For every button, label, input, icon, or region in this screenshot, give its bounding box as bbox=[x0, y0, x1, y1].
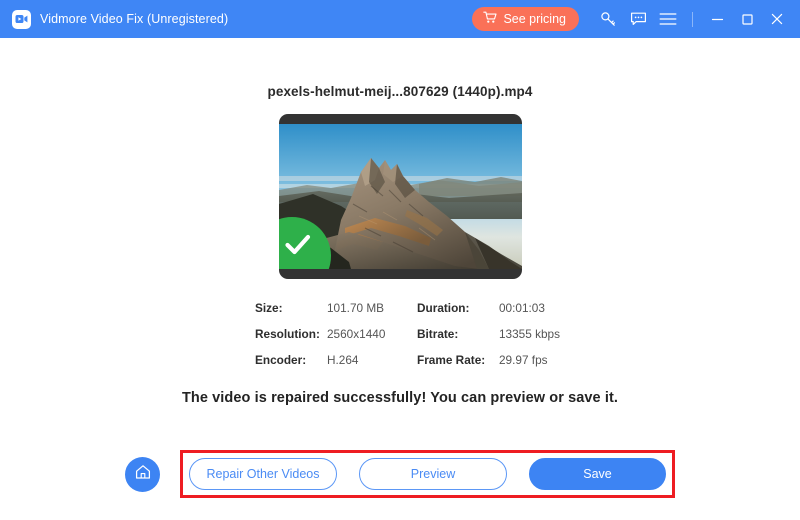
titlebar-controls: See pricing bbox=[472, 4, 792, 34]
metadata-label-framerate: Frame Rate: bbox=[417, 353, 499, 367]
metadata-value-resolution: 2560x1440 bbox=[327, 327, 417, 341]
highlight-annotation: Repair Other Videos Preview Save bbox=[180, 450, 675, 498]
metadata-value-bitrate: 13355 kbps bbox=[499, 327, 560, 341]
maximize-icon[interactable] bbox=[732, 4, 762, 34]
metadata-value-duration: 00:01:03 bbox=[499, 301, 560, 315]
metadata-value-size: 101.70 MB bbox=[327, 301, 417, 315]
video-thumbnail[interactable] bbox=[279, 114, 522, 279]
save-button[interactable]: Save bbox=[529, 458, 666, 490]
title-bar: Vidmore Video Fix (Unregistered) See pri… bbox=[0, 0, 800, 38]
close-icon[interactable] bbox=[762, 4, 792, 34]
preview-button[interactable]: Preview bbox=[359, 458, 507, 490]
see-pricing-button[interactable]: See pricing bbox=[472, 7, 579, 31]
chat-bubble-icon[interactable] bbox=[623, 4, 653, 34]
thumbnail-image bbox=[279, 124, 522, 269]
home-icon bbox=[134, 463, 152, 486]
metadata-label-duration: Duration: bbox=[417, 301, 499, 315]
metadata-label-resolution: Resolution: bbox=[255, 327, 327, 341]
metadata-label-bitrate: Bitrate: bbox=[417, 327, 499, 341]
action-bar: Repair Other Videos Preview Save bbox=[0, 450, 800, 498]
metadata-label-encoder: Encoder: bbox=[255, 353, 327, 367]
app-window: Vidmore Video Fix (Unregistered) See pri… bbox=[0, 0, 800, 520]
shopping-cart-icon bbox=[483, 11, 497, 27]
video-camera-icon bbox=[12, 10, 31, 29]
minimize-icon[interactable] bbox=[702, 4, 732, 34]
home-button[interactable] bbox=[125, 457, 160, 492]
success-message: The video is repaired successfully! You … bbox=[182, 390, 618, 406]
see-pricing-label: See pricing bbox=[503, 12, 566, 26]
app-title: Vidmore Video Fix (Unregistered) bbox=[40, 12, 228, 26]
app-brand: Vidmore Video Fix (Unregistered) bbox=[12, 10, 228, 29]
video-metadata: Size: 101.70 MB Duration: 00:01:03 Resol… bbox=[255, 301, 545, 367]
metadata-label-size: Size: bbox=[255, 301, 327, 315]
key-icon[interactable] bbox=[593, 4, 623, 34]
repair-other-videos-button[interactable]: Repair Other Videos bbox=[189, 458, 337, 490]
metadata-value-framerate: 29.97 fps bbox=[499, 353, 560, 367]
file-name-label: pexels-helmut-meij...807629 (1440p).mp4 bbox=[267, 84, 532, 99]
main-content: pexels-helmut-meij...807629 (1440p).mp4 bbox=[0, 38, 800, 520]
metadata-value-encoder: H.264 bbox=[327, 353, 417, 367]
titlebar-divider bbox=[692, 12, 693, 27]
hamburger-menu-icon[interactable] bbox=[653, 4, 683, 34]
